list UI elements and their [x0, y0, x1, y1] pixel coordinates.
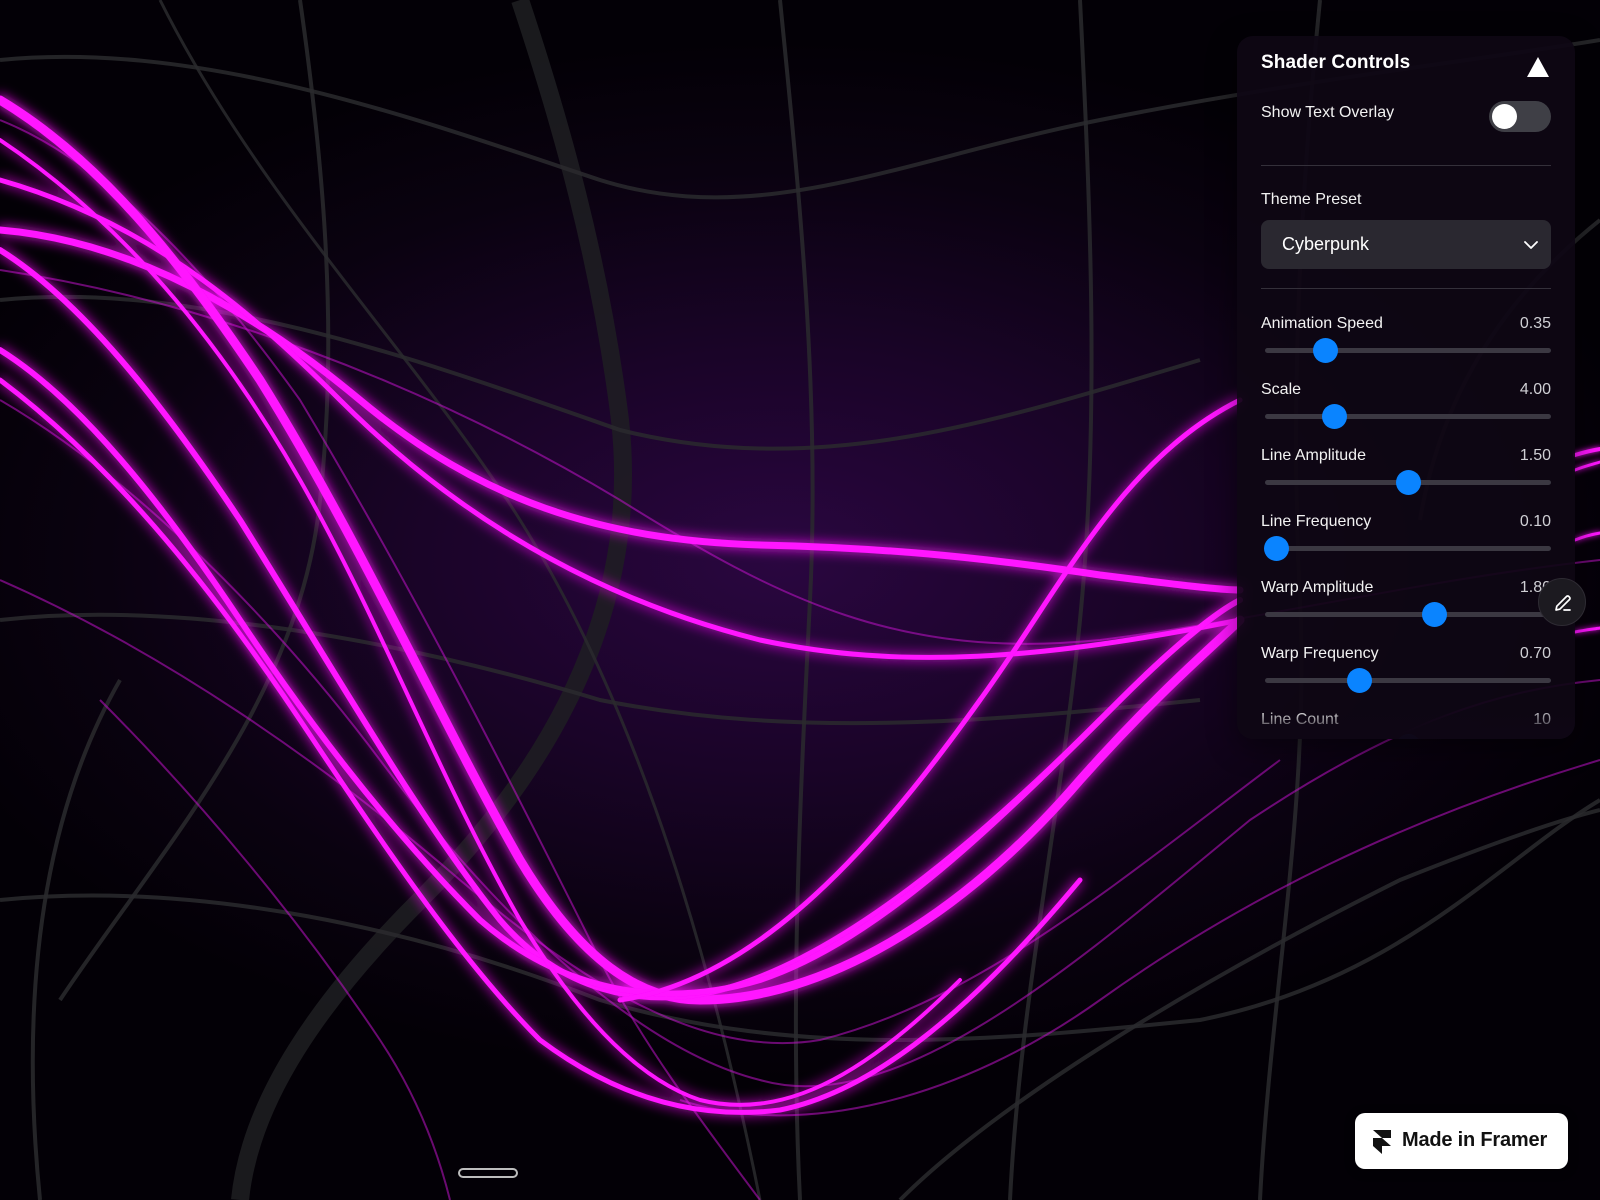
slider-row-line-frequency: Line Frequency 0.10	[1261, 513, 1551, 573]
slider-thumb[interactable]	[1347, 668, 1373, 693]
slider-label: Warp Amplitude	[1261, 579, 1374, 596]
slider-row-line-amplitude: Line Amplitude 1.50	[1261, 447, 1551, 507]
slider-row-scale: Scale 4.00	[1261, 381, 1551, 441]
slider-label: Line Count	[1261, 711, 1339, 728]
shader-controls-panel: Shader Controls Show Text Overlay Theme …	[1237, 36, 1575, 739]
neon-wave-lines	[0, 95, 1245, 1115]
slider-thumb[interactable]	[1321, 404, 1347, 429]
pencil-icon	[1555, 595, 1571, 611]
triangle-up-icon	[1527, 57, 1549, 77]
slider-value: 0.70	[1519, 645, 1551, 662]
slider-value: 0.10	[1519, 513, 1551, 530]
slider-value: 4.00	[1519, 381, 1551, 398]
collapse-panel-button[interactable]	[1525, 54, 1551, 80]
slider-thumb[interactable]	[1264, 536, 1290, 561]
slider-thumb[interactable]	[1421, 602, 1447, 627]
slider-value: 1.50	[1519, 447, 1551, 464]
slider-row-animation-speed: Animation Speed 0.35	[1261, 315, 1551, 375]
slider-label: Animation Speed	[1261, 315, 1383, 332]
text-overlay-toggle[interactable]	[1489, 101, 1551, 132]
slider-label: Warp Frequency	[1261, 645, 1379, 662]
framer-logo-icon	[1373, 1130, 1391, 1154]
slider-label: Line Frequency	[1261, 513, 1372, 530]
slider-thumb[interactable]	[1396, 734, 1421, 739]
theme-preset-select[interactable]: Cyberpunk	[1261, 220, 1551, 269]
slider-row-warp-amplitude: Warp Amplitude 1.80	[1261, 579, 1551, 639]
toggle-knob	[1492, 104, 1517, 129]
slider-track[interactable]	[1265, 668, 1551, 693]
panel-title: Shader Controls	[1261, 52, 1411, 73]
slider-row-warp-frequency: Warp Frequency 0.70	[1261, 645, 1551, 705]
slider-track[interactable]	[1265, 470, 1551, 495]
slider-label: Line Amplitude	[1261, 447, 1366, 464]
slider-row-line-count: Line Count 10	[1261, 711, 1551, 739]
slider-track[interactable]	[1264, 536, 1551, 561]
edit-button[interactable]	[1538, 578, 1586, 626]
slider-value: 10	[1533, 711, 1551, 728]
divider	[1261, 165, 1551, 166]
slider-track[interactable]	[1265, 404, 1551, 429]
made-in-framer-badge[interactable]: Made in Framer	[1355, 1113, 1568, 1169]
theme-preset-value: Cyberpunk	[1282, 234, 1370, 254]
slider-thumb[interactable]	[1313, 338, 1339, 363]
text-overlay-label: Show Text Overlay	[1261, 104, 1395, 121]
divider	[1261, 288, 1551, 289]
slider-track[interactable]	[1265, 338, 1551, 363]
slider-value: 0.35	[1519, 315, 1551, 332]
home-indicator	[458, 1168, 518, 1178]
slider-thumb[interactable]	[1396, 470, 1421, 495]
slider-label: Scale	[1261, 381, 1302, 398]
text-overlay-row: Show Text Overlay	[1261, 101, 1551, 132]
chevron-down-icon	[1524, 241, 1538, 249]
slider-track[interactable]	[1265, 602, 1551, 627]
badge-text: Made in Framer	[1402, 1129, 1548, 1151]
theme-preset-label: Theme Preset	[1261, 191, 1362, 208]
